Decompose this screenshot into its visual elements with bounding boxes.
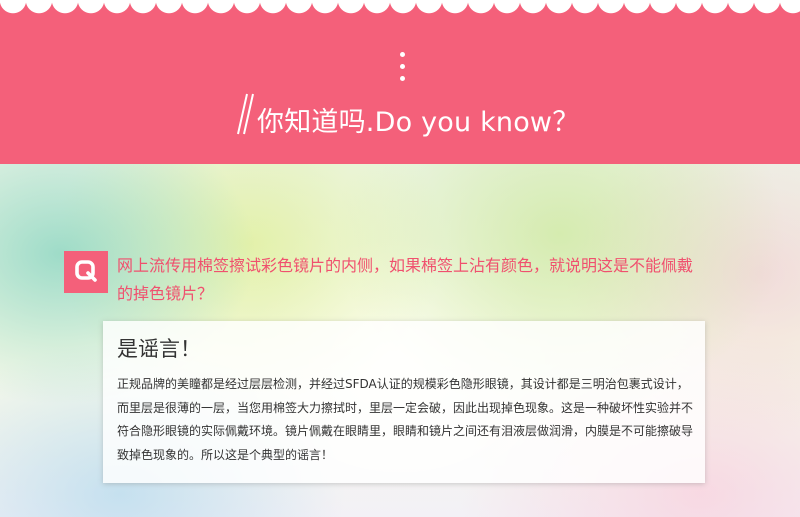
question-q-icon [75,260,97,282]
dot [400,64,405,69]
vertical-dots-ornament [400,52,406,88]
answer-heading: 是谣言！ [117,337,201,361]
page-title: 你知道吗.Do you know？ [257,107,580,138]
scalloped-edge [0,0,800,28]
answer-body: 正规品牌的美瞳都是经过层层检测，并经过SFDA认证的规模彩色隐形眼镜，其设计都是… [117,377,694,462]
question-text: 网上流传用棉签擦试彩色镜片的内侧，如果棉签上沾有颜色，就说明这是不能佩戴的掉色镜… [117,256,694,303]
header-banner: 你知道吗.Do you know？ [0,0,800,164]
dot [400,52,405,57]
dot [400,76,405,81]
double-slash-ornament [237,93,254,135]
